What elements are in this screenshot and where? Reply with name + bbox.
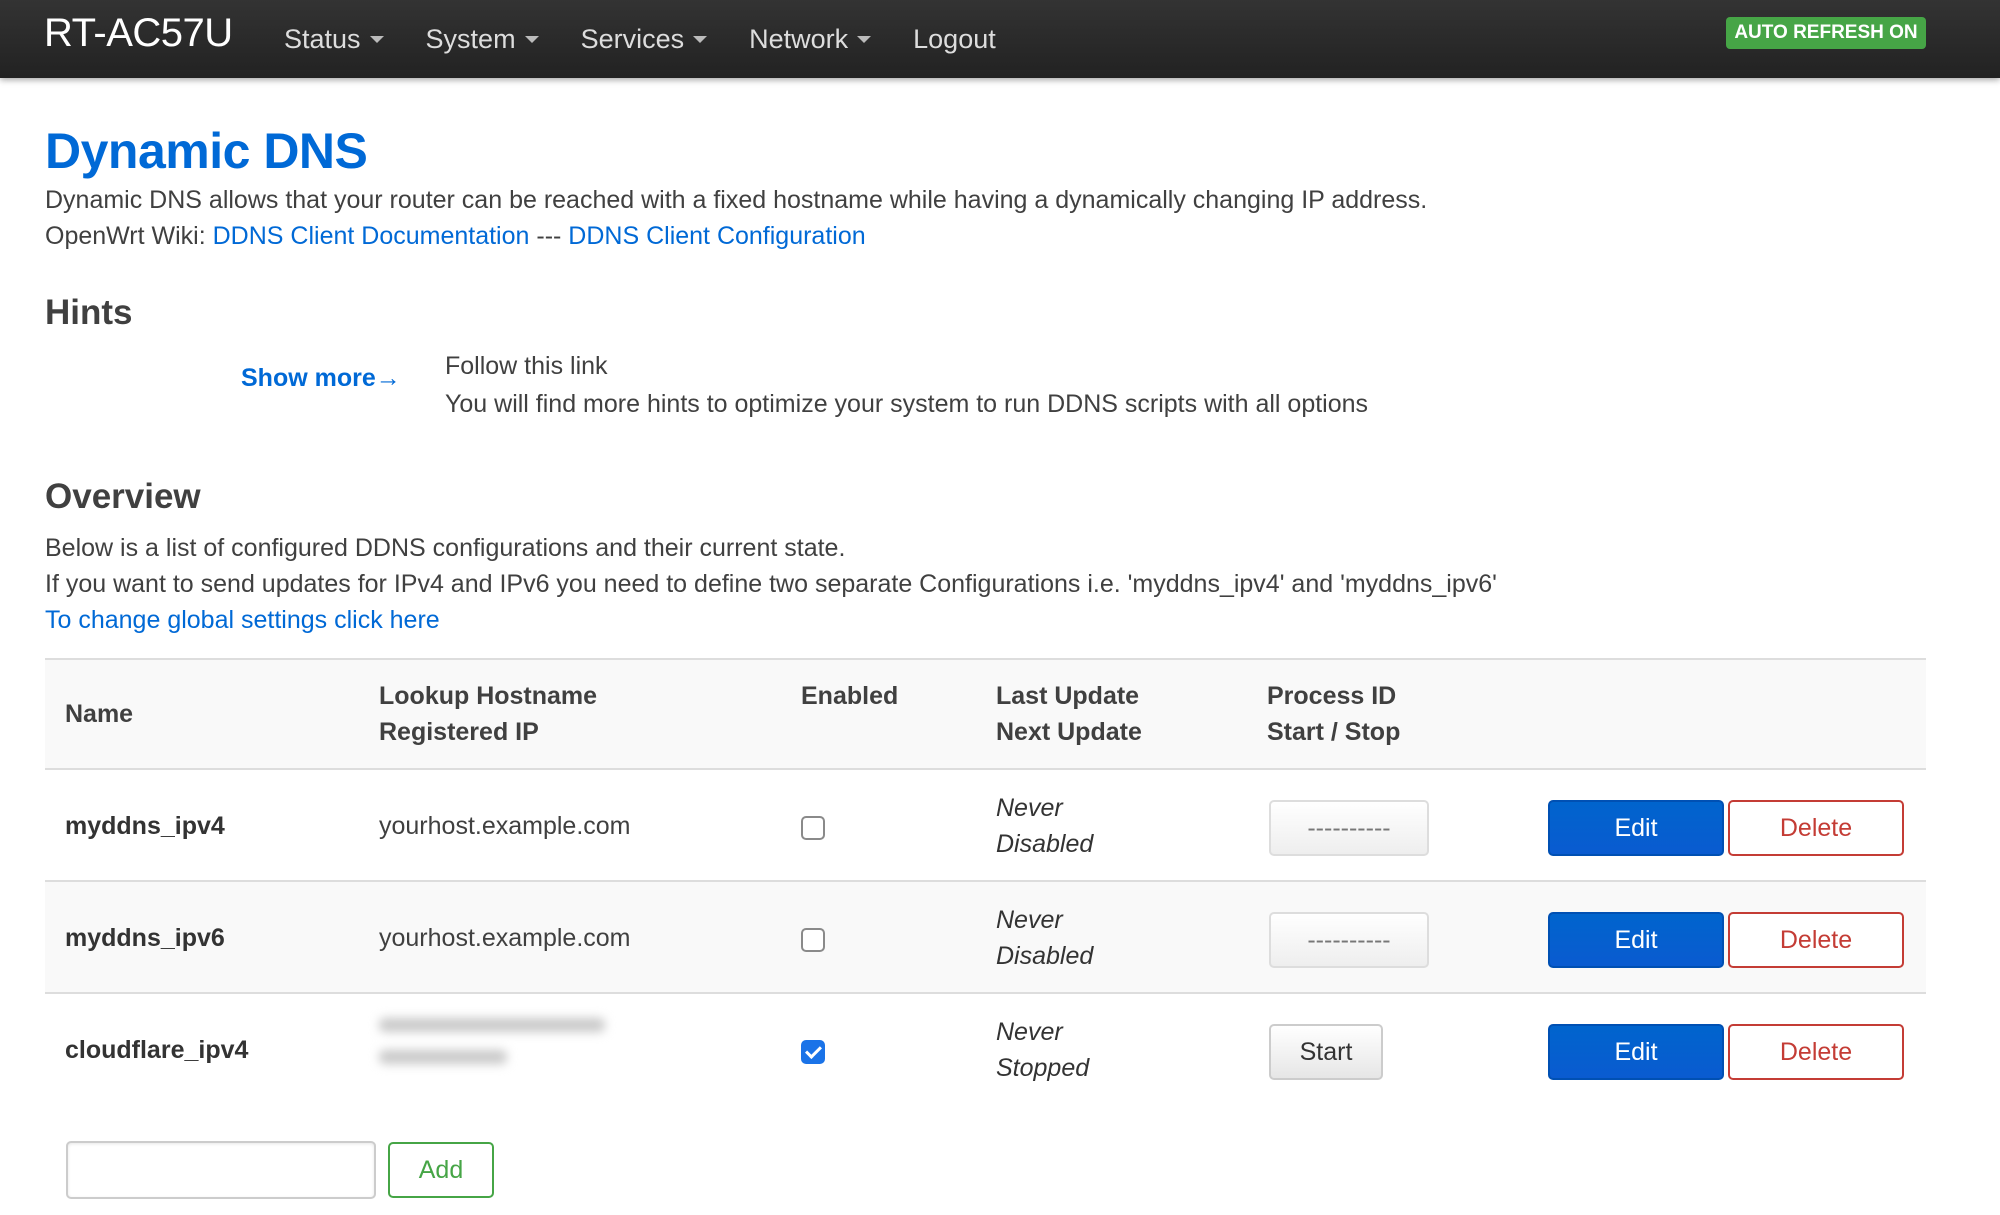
auto-refresh-toggle[interactable]: AUTO REFRESH ON: [1726, 17, 1926, 49]
header-enabled: Enabled: [801, 682, 899, 710]
page-title: Dynamic DNS: [45, 123, 368, 179]
edit-button[interactable]: Edit: [1548, 1024, 1724, 1080]
menu-network-label: Network: [749, 23, 849, 54]
header-registered-ip: Registered IP: [379, 718, 539, 746]
ddns-documentation-link[interactable]: DDNS Client Documentation: [213, 222, 530, 250]
global-settings-link[interactable]: To change global settings click here: [45, 606, 440, 635]
enabled-checkbox-checked[interactable]: [801, 1040, 825, 1064]
overview-line-1: Below is a list of configured DDNS confi…: [45, 534, 846, 562]
header-process-id: Process ID: [1267, 682, 1397, 710]
header-last-update: Last Update: [996, 682, 1140, 710]
delete-button[interactable]: Delete: [1728, 912, 1904, 968]
menu-status-label: Status: [284, 23, 361, 54]
menu-system-label: System: [425, 23, 516, 54]
page-description: Dynamic DNS allows that your router can …: [45, 186, 1428, 214]
row-name: myddns_ipv6: [65, 923, 225, 952]
hints-heading: Hints: [45, 293, 133, 332]
enabled-checkbox[interactable]: [801, 816, 825, 840]
table-row: myddns_ipv4 yourhost.example.com Never D…: [45, 770, 1926, 882]
row-hostname: yourhost.example.com: [379, 811, 631, 840]
row-next-update: Disabled: [996, 942, 1094, 970]
edit-button[interactable]: Edit: [1548, 912, 1724, 968]
process-id-button[interactable]: ----------: [1269, 800, 1429, 856]
delete-button[interactable]: Delete: [1728, 1024, 1904, 1080]
brand-logo[interactable]: RT-AC57U: [44, 11, 233, 56]
overview-heading: Overview: [45, 477, 201, 516]
hints-line-2: You will find more hints to optimize you…: [445, 390, 1369, 418]
ddns-configuration-link[interactable]: DDNS Client Configuration: [568, 222, 865, 250]
start-button[interactable]: Start: [1269, 1024, 1383, 1080]
row-next-update: Stopped: [996, 1054, 1090, 1082]
menu-logout[interactable]: Logout: [913, 24, 996, 55]
main-menu: Status System Services Network Logout: [284, 0, 1038, 78]
process-id-button[interactable]: ----------: [1269, 912, 1429, 968]
caret-down-icon: [524, 35, 539, 43]
row-name: myddns_ipv4: [65, 811, 225, 840]
delete-button[interactable]: Delete: [1728, 800, 1904, 856]
row-updates: Never Stopped: [996, 1014, 1089, 1086]
header-start-stop: Start / Stop: [1267, 718, 1401, 746]
header-next-update: Next Update: [996, 718, 1142, 746]
table-header: Name Lookup Hostname Registered IP Enabl…: [45, 658, 1926, 770]
header-process: Process ID Start / Stop: [1267, 678, 1400, 750]
redacted-line: [379, 1018, 605, 1032]
caret-down-icon: [369, 35, 384, 43]
row-last-update: Never: [996, 794, 1063, 822]
header-updates: Last Update Next Update: [996, 678, 1142, 750]
row-last-update: Never: [996, 1018, 1063, 1046]
table-row: cloudflare_ipv4 Never Stopped Start Edit…: [45, 994, 1926, 1106]
show-more-link[interactable]: Show more→: [241, 364, 401, 393]
new-config-name-input[interactable]: [66, 1141, 376, 1199]
caret-down-icon: [857, 35, 872, 43]
row-name: cloudflare_ipv4: [65, 1035, 249, 1064]
add-button[interactable]: Add: [388, 1142, 494, 1198]
enabled-checkbox[interactable]: [801, 928, 825, 952]
header-lookup-hostname: Lookup Hostname: [379, 682, 598, 710]
wiki-prefix: OpenWrt Wiki:: [45, 222, 213, 250]
menu-network[interactable]: Network: [749, 23, 872, 55]
redacted-line: [379, 1050, 507, 1064]
menu-status[interactable]: Status: [284, 24, 384, 55]
wiki-links-line: OpenWrt Wiki: DDNS Client Documentation …: [45, 222, 866, 251]
link-separator: ---: [529, 222, 569, 250]
caret-down-icon: [693, 35, 708, 43]
row-hostname: yourhost.example.com: [379, 923, 631, 952]
row-updates: Never Disabled: [996, 902, 1093, 974]
edit-button[interactable]: Edit: [1548, 800, 1724, 856]
table-row: myddns_ipv6 yourhost.example.com Never D…: [45, 882, 1926, 994]
row-updates: Never Disabled: [996, 790, 1093, 862]
overview-line-2: If you want to send updates for IPv4 and…: [45, 570, 1497, 598]
row-next-update: Disabled: [996, 830, 1094, 858]
hints-line-1: Follow this link: [445, 352, 608, 380]
menu-system[interactable]: System: [426, 24, 539, 55]
header-hostname-ip: Lookup Hostname Registered IP: [379, 678, 597, 750]
redacted-hostname-ip: [379, 1018, 609, 1082]
top-navbar: RT-AC57U Status System Services Network …: [0, 0, 2000, 78]
menu-services-label: Services: [580, 23, 685, 54]
header-name: Name: [65, 700, 134, 728]
menu-services[interactable]: Services: [581, 24, 708, 55]
row-last-update: Never: [996, 906, 1063, 934]
